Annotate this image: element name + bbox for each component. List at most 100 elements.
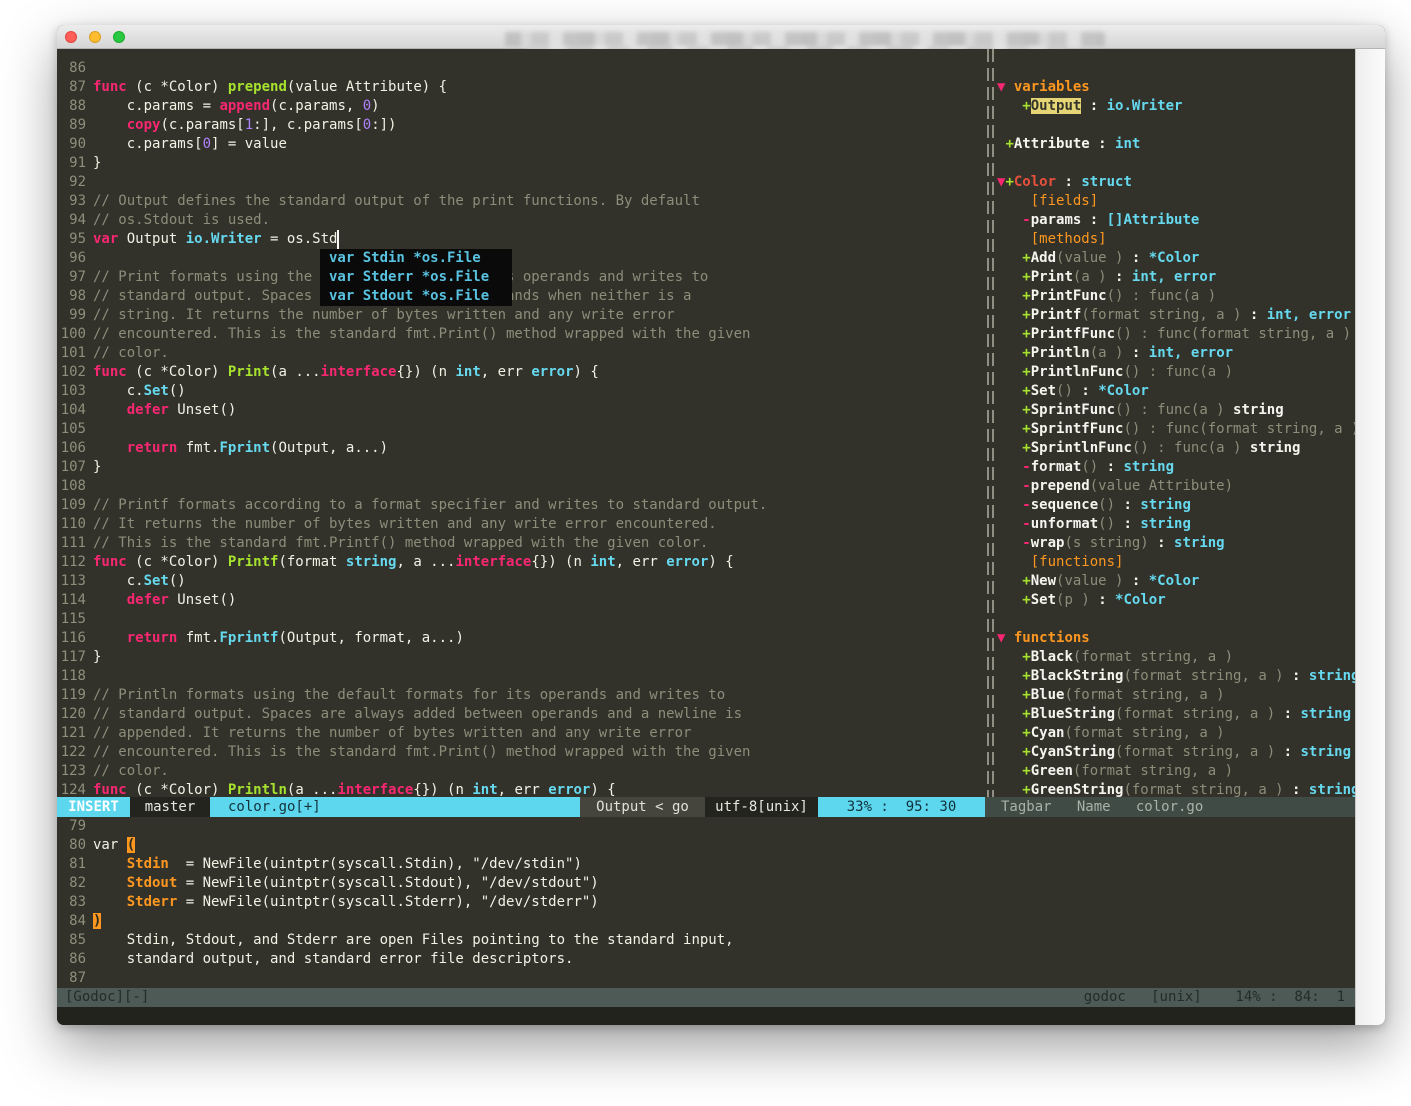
tagbar-line[interactable]: -sequence() : string: [997, 496, 1355, 515]
tagbar-line[interactable]: +Printf(format string, a ) : int, error: [997, 306, 1355, 325]
code-line[interactable]: 97// Print formats using the default for…: [57, 268, 985, 287]
tagbar-line[interactable]: +CyanString(format string, a ) : string: [997, 743, 1355, 762]
tagbar-line[interactable]: ▼ functions: [997, 629, 1355, 648]
code-line[interactable]: 106 return fmt.Fprint(Output, a...): [57, 439, 985, 458]
code-line[interactable]: 104 defer Unset(): [57, 401, 985, 420]
tagbar-line[interactable]: +New(value ) : *Color: [997, 572, 1355, 591]
tagbar-line[interactable]: -format() : string: [997, 458, 1355, 477]
code-line[interactable]: 116 return fmt.Fprintf(Output, format, a…: [57, 629, 985, 648]
tagbar-line[interactable]: ▼ variables: [997, 78, 1355, 97]
tagbar-line[interactable]: +Set(p ) : *Color: [997, 591, 1355, 610]
code-line[interactable]: 79: [57, 817, 1355, 836]
code-line[interactable]: 92: [57, 173, 985, 192]
code-line[interactable]: 108: [57, 477, 985, 496]
tagbar-line[interactable]: [997, 59, 1355, 78]
code-line[interactable]: 115: [57, 610, 985, 629]
code-line[interactable]: 119// Println formats using the default …: [57, 686, 985, 705]
code-line[interactable]: 112func (c *Color) Printf(format string,…: [57, 553, 985, 572]
code-line[interactable]: 123// color.: [57, 762, 985, 781]
code-line[interactable]: 118: [57, 667, 985, 686]
code-window[interactable]: 8687func (c *Color) prepend(value Attrib…: [57, 49, 985, 797]
code-line[interactable]: 90 c.params[0] = value: [57, 135, 985, 154]
tagbar-line[interactable]: [997, 154, 1355, 173]
scrollbar[interactable]: [1355, 49, 1385, 1025]
window-titlebar[interactable]: [57, 25, 1385, 49]
tagbar-line[interactable]: +Add(value ) : *Color: [997, 249, 1355, 268]
code-line[interactable]: 91}: [57, 154, 985, 173]
code-line[interactable]: 103 c.Set(): [57, 382, 985, 401]
code-line[interactable]: 111// This is the standard fmt.Printf() …: [57, 534, 985, 553]
code-line[interactable]: 85 Stdin, Stdout, and Stderr are open Fi…: [57, 931, 1355, 950]
code-line[interactable]: 124func (c *Color) Println(a ...interfac…: [57, 781, 985, 797]
tagbar-line[interactable]: +Black(format string, a ): [997, 648, 1355, 667]
code-line[interactable]: 88 c.params = append(c.params, 0): [57, 97, 985, 116]
tagbar-line[interactable]: +SprintlnFunc() : func(a ) string: [997, 439, 1355, 458]
tagbar-line[interactable]: +PrintfFunc() : func(format string, a ): [997, 325, 1355, 344]
tagbar-line[interactable]: +Green(format string, a ): [997, 762, 1355, 781]
code-line[interactable]: 117}: [57, 648, 985, 667]
code-line[interactable]: 122// encountered. This is the standard …: [57, 743, 985, 762]
code-line[interactable]: 105: [57, 420, 985, 439]
tagbar-line[interactable]: +Output : io.Writer: [997, 97, 1355, 116]
code-line[interactable]: 84): [57, 912, 1355, 931]
code-line[interactable]: 87func (c *Color) prepend(value Attribut…: [57, 78, 985, 97]
code-line[interactable]: 110// It returns the number of bytes wri…: [57, 515, 985, 534]
code-line[interactable]: 96: [57, 249, 985, 268]
tagbar-line[interactable]: ▼+Color : struct: [997, 173, 1355, 192]
code-line[interactable]: 81 Stdin = NewFile(uintptr(syscall.Stdin…: [57, 855, 1355, 874]
tagbar-line[interactable]: -unformat() : string: [997, 515, 1355, 534]
tagbar-line[interactable]: +BlackString(format string, a ) : string: [997, 667, 1355, 686]
code-line[interactable]: 95var Output io.Writer = os.Std: [57, 230, 985, 249]
popup-item[interactable]: var Stderr *os.File: [320, 268, 512, 287]
code-line[interactable]: 86 standard output, and standard error f…: [57, 950, 1355, 969]
code-line[interactable]: 80var (: [57, 836, 1355, 855]
code-line[interactable]: 87: [57, 969, 1355, 988]
tagbar-line[interactable]: +PrintlnFunc() : func(a ): [997, 363, 1355, 382]
code-line[interactable]: 107}: [57, 458, 985, 477]
tagbar-line[interactable]: +Blue(format string, a ): [997, 686, 1355, 705]
code-line[interactable]: 101// color.: [57, 344, 985, 363]
tagbar-line[interactable]: [functions]: [997, 553, 1355, 572]
tagbar-line[interactable]: +PrintFunc() : func(a ): [997, 287, 1355, 306]
code-line[interactable]: 82 Stdout = NewFile(uintptr(syscall.Stdo…: [57, 874, 1355, 893]
tagbar-line[interactable]: +BlueString(format string, a ) : string: [997, 705, 1355, 724]
tagbar-line[interactable]: [fields]: [997, 192, 1355, 211]
code-line[interactable]: 114 defer Unset(): [57, 591, 985, 610]
close-button[interactable]: [65, 31, 77, 43]
tagbar-line[interactable]: +SprintfFunc() : func(format string, a )…: [997, 420, 1355, 439]
code-line[interactable]: 94// os.Stdout is used.: [57, 211, 985, 230]
popup-item[interactable]: var Stdin *os.File: [320, 249, 512, 268]
tagbar-line[interactable]: [997, 116, 1355, 135]
code-line[interactable]: 86: [57, 59, 985, 78]
tagbar-line[interactable]: [methods]: [997, 230, 1355, 249]
code-line[interactable]: 100// encountered. This is the standard …: [57, 325, 985, 344]
code-line[interactable]: 99// string. It returns the number of by…: [57, 306, 985, 325]
tagbar-line[interactable]: -params : []Attribute: [997, 211, 1355, 230]
code-line[interactable]: 83 Stderr = NewFile(uintptr(syscall.Stde…: [57, 893, 1355, 912]
tagbar-line[interactable]: [997, 610, 1355, 629]
minimize-button[interactable]: [89, 31, 101, 43]
tagbar-line[interactable]: +Print(a ) : int, error: [997, 268, 1355, 287]
tagbar-line[interactable]: -wrap(s string) : string: [997, 534, 1355, 553]
zoom-button[interactable]: [113, 31, 125, 43]
tagbar-line[interactable]: +Println(a ) : int, error: [997, 344, 1355, 363]
tagbar-line[interactable]: +Attribute : int: [997, 135, 1355, 154]
code-text: c.params[0] = value: [93, 136, 287, 152]
tagbar-line[interactable]: +Set() : *Color: [997, 382, 1355, 401]
code-line[interactable]: 113 c.Set(): [57, 572, 985, 591]
code-line[interactable]: 121// appended. It returns the number of…: [57, 724, 985, 743]
code-line[interactable]: 89 copy(c.params[1:], c.params[0:]): [57, 116, 985, 135]
tagbar-line[interactable]: -prepend(value Attribute): [997, 477, 1355, 496]
code-line[interactable]: 109// Printf formats according to a form…: [57, 496, 985, 515]
godoc-window[interactable]: 7980var (81 Stdin = NewFile(uintptr(sysc…: [57, 817, 1355, 988]
code-line[interactable]: 93// Output defines the standard output …: [57, 192, 985, 211]
popup-item[interactable]: var Stdout *os.File: [320, 287, 512, 306]
code-line[interactable]: 120// standard output. Spaces are always…: [57, 705, 985, 724]
tagbar-line[interactable]: +Cyan(format string, a ): [997, 724, 1355, 743]
tagbar-window[interactable]: ▼ variables +Output : io.Writer +Attribu…: [997, 49, 1355, 797]
code-line[interactable]: 102func (c *Color) Print(a ...interface{…: [57, 363, 985, 382]
tagbar-line[interactable]: +SprintFunc() : func(a ) string: [997, 401, 1355, 420]
tagbar-line[interactable]: +GreenString(format string, a ) : string: [997, 781, 1355, 797]
vertical-split-separator[interactable]: [985, 49, 997, 797]
code-line[interactable]: 98// standard output. Spaces are added b…: [57, 287, 985, 306]
